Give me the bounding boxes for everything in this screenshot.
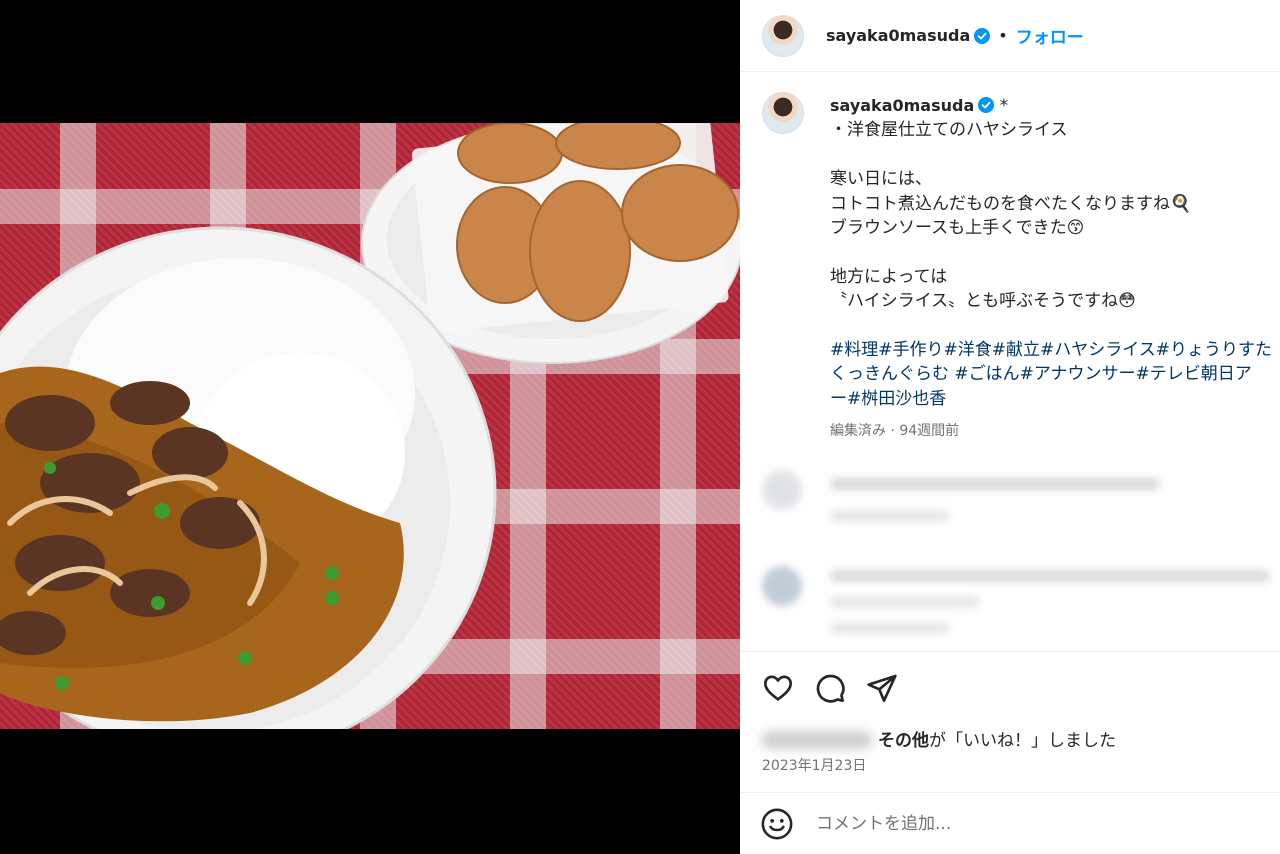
comment-input[interactable] [814,813,1238,835]
commenter-avatar[interactable] [762,566,802,606]
comment-item[interactable] [762,466,1280,536]
header-separator: • [998,26,1008,45]
caption-text: sayaka0masuda * ・洋食屋仕立てのハヤシライス 寒い日には、 コト… [830,94,1280,444]
hashtag-line[interactable]: #料理#手作り#洋食#献立#ハヤシライス#りょうりすた [830,338,1280,362]
post-actions-area: その他が「いいね！」しました 2023年1月23日 [740,651,1280,792]
comment-meta-blur [830,622,950,634]
smiley-icon[interactable] [760,807,794,841]
comment-text-blur [830,596,980,608]
caption-line: 地方によっては [830,266,948,287]
hashtag-line[interactable]: ー#桝田沙也香 [830,387,1280,411]
author-avatar[interactable] [762,14,804,57]
action-icons [762,672,898,704]
verified-badge-icon [978,97,995,113]
heart-icon[interactable] [762,672,794,704]
comment-item[interactable] [762,562,1280,634]
comment-bubble-icon[interactable] [814,672,846,704]
likes-others[interactable]: その他 [878,731,929,751]
likes-summary[interactable]: その他が「いいね！」しました [762,726,1116,751]
hashtag-line[interactable]: くっきんぐらむ #ごはん#アナウンサー#テレビ朝日ア [830,362,1280,386]
comment-text-blur [830,478,1160,490]
author-username[interactable]: sayaka0masuda [826,26,970,45]
caption-author-avatar[interactable] [762,92,804,134]
post-media [0,0,740,854]
post-date[interactable]: 2023年1月23日 [762,755,866,775]
post-photo[interactable] [0,123,740,729]
post-header: sayaka0masuda • フォロー [740,0,1280,72]
caption-meta: 編集済み · 94週間前 [830,423,960,440]
caption-marker: * [999,96,1009,116]
paper-plane-icon[interactable] [866,672,898,704]
caption-line [830,143,1280,167]
likes-text: が「いいね！」しました [929,731,1116,751]
caption-line: コトコト煮込んだものを食べたくなりますね🍳 [830,193,1192,214]
caption-line: 〝ハイシライス〟とも呼ぶそうですね😳 [830,291,1136,312]
caption-line [830,240,1280,264]
follow-button[interactable]: フォロー [1016,23,1084,48]
commenter-avatar[interactable] [762,470,802,510]
food-illustration [0,123,740,729]
caption-line [830,314,1280,338]
comment-text-blur [830,570,1270,582]
caption-line: ・洋食屋仕立てのハヤシライス [830,120,1068,141]
caption-author-username[interactable]: sayaka0masuda [830,96,974,115]
liker-name-blur [762,731,872,749]
verified-badge-icon [974,27,991,44]
caption-line: 寒い日には、 [830,169,932,190]
comment-composer [740,792,1280,854]
comment-meta-blur [830,510,950,522]
caption-line: ブラウンソースも上手くできた😙 [830,218,1085,239]
post-side-panel: sayaka0masuda • フォロー sayaka0masuda * ・洋食… [740,0,1280,854]
